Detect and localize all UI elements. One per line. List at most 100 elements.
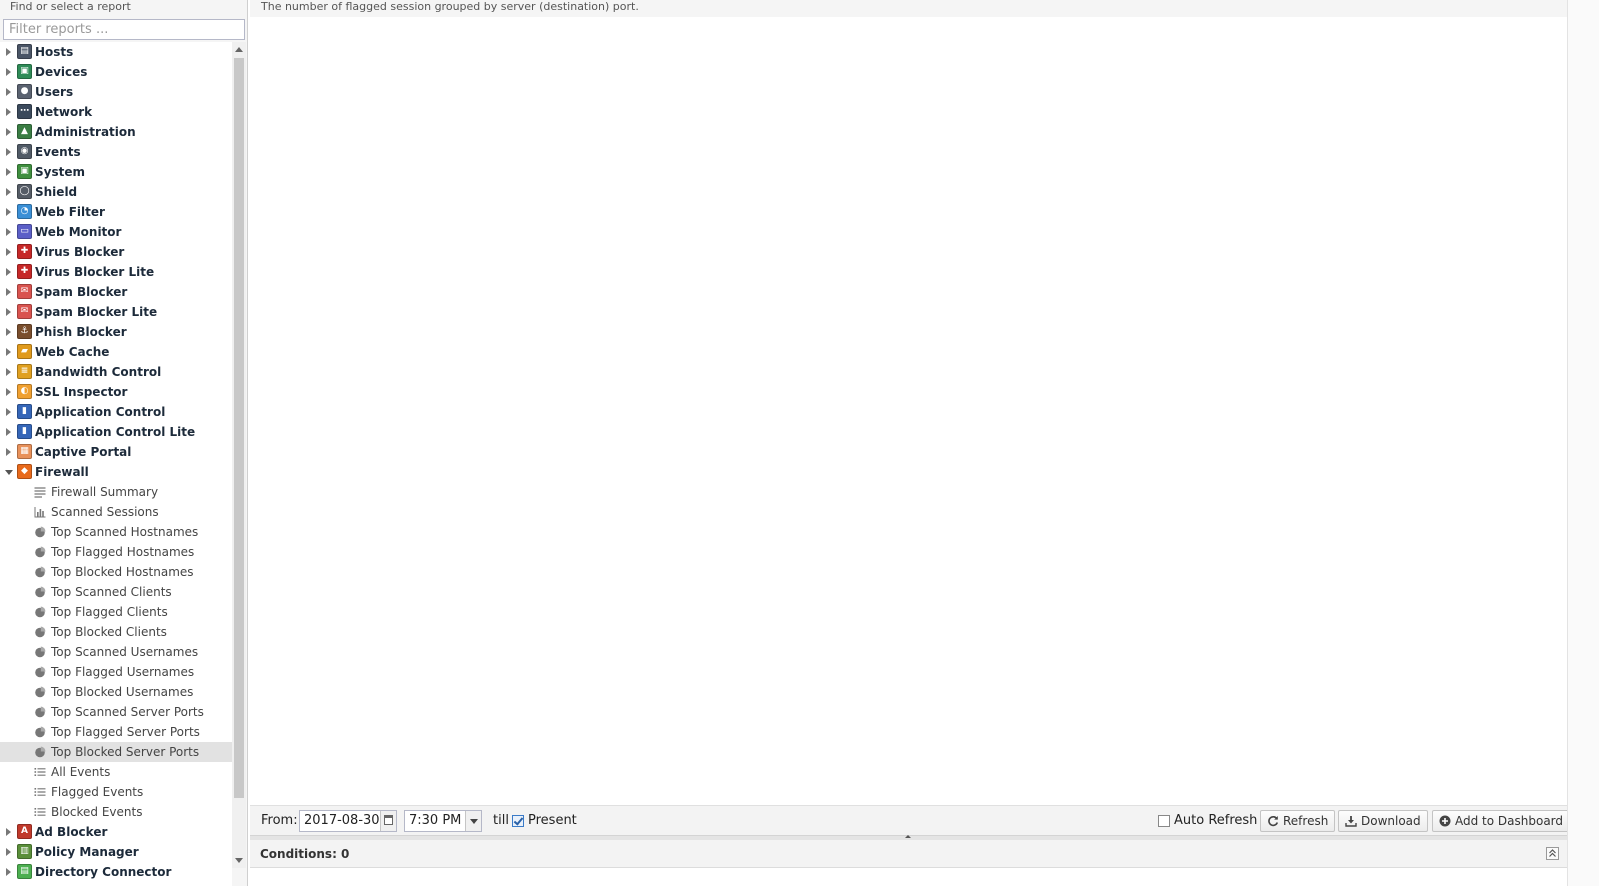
tree-report-item[interactable]: Firewall Summary <box>0 482 232 502</box>
expand-arrow-icon[interactable] <box>6 448 11 456</box>
firewall-icon: ◆ <box>17 464 32 479</box>
tree-category-label: Virus Blocker Lite <box>35 265 155 279</box>
tree-report-item[interactable]: Top Scanned Hostnames <box>0 522 232 542</box>
tree-category-label: Bandwidth Control <box>35 365 162 379</box>
expand-arrow-icon[interactable] <box>6 368 11 376</box>
expand-arrow-icon[interactable] <box>6 88 11 96</box>
tree-category-network[interactable]: ⋯ Network <box>0 102 232 122</box>
tree-report-item[interactable]: Blocked Events <box>0 802 232 822</box>
expand-arrow-icon[interactable] <box>6 308 11 316</box>
auto-refresh-label[interactable]: Auto Refresh <box>1174 813 1257 828</box>
pie-chart-icon <box>35 726 46 738</box>
tree-category-spam-blocker[interactable]: ✉ Spam Blocker <box>0 282 232 302</box>
present-label[interactable]: Present <box>528 813 577 828</box>
tree-category-phish-blocker[interactable]: ⚓ Phish Blocker <box>0 322 232 342</box>
tree-category-ad-blocker[interactable]: A Ad Blocker <box>0 822 232 842</box>
tree-report-item[interactable]: Top Blocked Hostnames <box>0 562 232 582</box>
expand-arrow-icon[interactable] <box>6 48 11 56</box>
tree-category-hosts[interactable]: ▤ Hosts <box>0 42 232 62</box>
expand-arrow-icon[interactable] <box>6 68 11 76</box>
tree-category-virus-blocker[interactable]: ✚ Virus Blocker <box>0 242 232 262</box>
tree-report-item[interactable]: Top Blocked Clients <box>0 622 232 642</box>
tree-category-label: Directory Connector <box>35 865 172 879</box>
tree-report-item[interactable]: Top Scanned Clients <box>0 582 232 602</box>
tree-category-label: System <box>35 165 85 179</box>
tree-report-item[interactable]: All Events <box>0 762 232 782</box>
splitter-arrow-icon[interactable] <box>905 835 911 838</box>
tree-report-item[interactable]: Flagged Events <box>0 782 232 802</box>
from-date-field[interactable]: 2017-08-30 <box>299 810 397 832</box>
auto-refresh-checkbox[interactable] <box>1158 815 1170 827</box>
tree-category-web-cache[interactable]: ▰ Web Cache <box>0 342 232 362</box>
web-cache-icon: ▰ <box>17 344 32 359</box>
collapse-arrow-icon[interactable] <box>5 470 13 475</box>
tree-category-devices[interactable]: ▣ Devices <box>0 62 232 82</box>
report-tree: ▤ Hosts ▣ Devices ● Users ⋯ Network ▲ Administrat… <box>0 42 232 886</box>
tree-report-item[interactable]: Top Flagged Server Ports <box>0 722 232 742</box>
tree-category-users[interactable]: ● Users <box>0 82 232 102</box>
present-checkbox[interactable] <box>512 815 524 827</box>
expand-arrow-icon[interactable] <box>6 428 11 436</box>
scroll-up-arrow-icon[interactable] <box>235 47 243 52</box>
expand-arrow-icon[interactable] <box>6 108 11 116</box>
download-button[interactable]: Download <box>1338 810 1428 832</box>
scrollbar-thumb[interactable] <box>234 58 244 798</box>
expand-arrow-icon[interactable] <box>6 208 11 216</box>
refresh-button[interactable]: Refresh <box>1260 810 1336 832</box>
expand-arrow-icon[interactable] <box>6 328 11 336</box>
tree-category-label: Policy Manager <box>35 845 139 859</box>
from-time-field[interactable]: 7:30 PM <box>404 810 482 832</box>
expand-arrow-icon[interactable] <box>6 388 11 396</box>
directory-connector-icon: ▤ <box>17 864 32 879</box>
tree-category-captive-portal[interactable]: ▦ Captive Portal <box>0 442 232 462</box>
tree-report-item[interactable]: Top Scanned Usernames <box>0 642 232 662</box>
expand-arrow-icon[interactable] <box>6 148 11 156</box>
expand-arrow-icon[interactable] <box>6 348 11 356</box>
pie-chart-icon <box>35 606 46 618</box>
tree-category-directory-connector[interactable]: ▤ Directory Connector <box>0 862 232 882</box>
expand-arrow-icon[interactable] <box>6 248 11 256</box>
tree-category-ssl-inspector[interactable]: ◐ SSL Inspector <box>0 382 232 402</box>
expand-arrow-icon[interactable] <box>6 168 11 176</box>
tree-category-virus-blocker-lite[interactable]: ✚ Virus Blocker Lite <box>0 262 232 282</box>
expand-arrow-icon[interactable] <box>6 268 11 276</box>
tree-category-firewall[interactable]: ◆ Firewall <box>0 462 232 482</box>
tree-report-item[interactable]: Top Scanned Server Ports <box>0 702 232 722</box>
expand-arrow-icon[interactable] <box>6 288 11 296</box>
tree-report-item[interactable]: Top Flagged Hostnames <box>0 542 232 562</box>
add-to-dashboard-button[interactable]: Add to Dashboard <box>1432 810 1571 832</box>
tree-category-spam-blocker-lite[interactable]: ✉ Spam Blocker Lite <box>0 302 232 322</box>
expand-arrow-icon[interactable] <box>6 228 11 236</box>
tree-category-shield[interactable]: ◯ Shield <box>0 182 232 202</box>
conditions-bar[interactable]: Conditions: 0 <box>250 840 1567 868</box>
tree-report-item[interactable]: Top Flagged Clients <box>0 602 232 622</box>
tree-category-policy-manager[interactable]: ▥ Policy Manager <box>0 842 232 862</box>
tree-category-label: Web Monitor <box>35 225 122 239</box>
expand-arrow-icon[interactable] <box>6 188 11 196</box>
expand-arrow-icon[interactable] <box>6 848 11 856</box>
time-dropdown-button[interactable] <box>465 811 481 831</box>
scroll-down-arrow-icon[interactable] <box>235 858 243 863</box>
tree-category-events[interactable]: ◉ Events <box>0 142 232 162</box>
tree-scrollbar[interactable] <box>232 42 246 868</box>
tree-category-web-filter[interactable]: ◔ Web Filter <box>0 202 232 222</box>
tree-category-application-control-lite[interactable]: ▮ Application Control Lite <box>0 422 232 442</box>
tree-report-item[interactable]: Top Blocked Usernames <box>0 682 232 702</box>
tree-report-item[interactable]: Scanned Sessions <box>0 502 232 522</box>
expand-conditions-button[interactable] <box>1546 847 1559 860</box>
tree-category-system[interactable]: ▣ System <box>0 162 232 182</box>
report-description: The number of flagged session grouped by… <box>250 0 1567 17</box>
tree-report-item[interactable]: Top Blocked Server Ports <box>0 742 232 762</box>
date-picker-button[interactable] <box>380 811 396 831</box>
tree-report-item[interactable]: Top Flagged Usernames <box>0 662 232 682</box>
tree-category-administration[interactable]: ▲ Administration <box>0 122 232 142</box>
expand-arrow-icon[interactable] <box>6 408 11 416</box>
expand-arrow-icon[interactable] <box>6 868 11 876</box>
tree-category-application-control[interactable]: ▮ Application Control <box>0 402 232 422</box>
expand-arrow-icon[interactable] <box>6 828 11 836</box>
captive-portal-icon: ▦ <box>17 444 32 459</box>
tree-category-bandwidth-control[interactable]: ≡ Bandwidth Control <box>0 362 232 382</box>
expand-arrow-icon[interactable] <box>6 128 11 136</box>
filter-reports-input[interactable] <box>3 19 245 40</box>
tree-category-web-monitor[interactable]: ▭ Web Monitor <box>0 222 232 242</box>
